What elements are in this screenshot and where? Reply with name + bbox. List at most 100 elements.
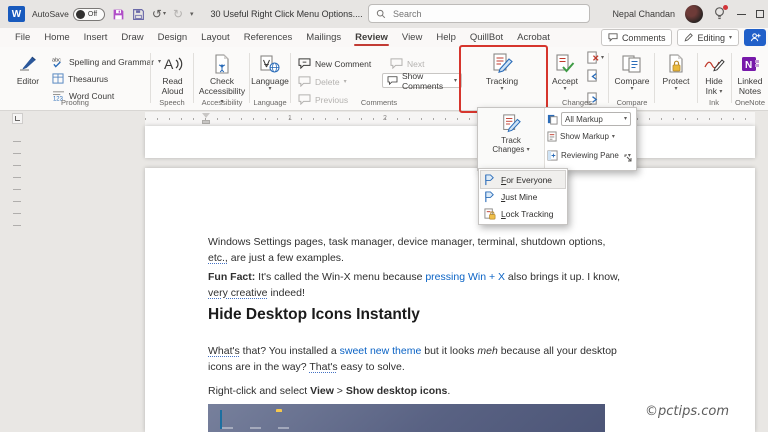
word-logo-icon: W (8, 6, 25, 22)
undo-dropdown-icon[interactable]: ▾ (163, 11, 166, 17)
lightbulb-icon[interactable] (713, 6, 727, 22)
spell-flagged-text: That's (309, 361, 337, 373)
protect-button[interactable]: Protect ▾ (656, 47, 696, 109)
next-comment-label: Next (407, 59, 424, 69)
minimize-button[interactable] (737, 14, 746, 15)
body-text: but it looks (421, 345, 477, 357)
thesaurus-button[interactable]: Thesaurus (52, 71, 161, 86)
user-name[interactable]: Nepal Chandan (612, 9, 675, 19)
body-text: that? You installed a (240, 345, 340, 357)
body-text: > (334, 385, 346, 397)
toggle-knob-icon (76, 10, 85, 19)
hide-ink-label-1: Hide (705, 76, 722, 86)
menu-item-for-everyone[interactable]: For Everyone (481, 171, 565, 188)
group-separator (731, 53, 732, 103)
show-markup-icon (547, 131, 557, 142)
tab-help[interactable]: Help (429, 28, 463, 47)
tab-references[interactable]: References (237, 28, 300, 47)
document-title[interactable]: 30 Useful Right Click Menu Options.... (211, 9, 363, 19)
group-label-proofing: Proofing (30, 98, 120, 107)
tab-design[interactable]: Design (151, 28, 195, 47)
embedded-screenshot-image (208, 404, 605, 432)
menu-item-lock-tracking[interactable]: Lock Tracking (481, 205, 565, 222)
compare-dropdown-icon: ▾ (630, 86, 633, 92)
paragraph: Right-click and select View > Show deskt… (208, 384, 450, 400)
autosave-control[interactable]: AutoSave Off (32, 8, 105, 21)
maximize-button[interactable] (756, 10, 764, 18)
search-icon (376, 9, 386, 19)
titlebar-right: Nepal Chandan (612, 0, 768, 28)
tab-draw[interactable]: Draw (114, 28, 150, 47)
tab-stop-selector[interactable] (12, 113, 23, 124)
check-accessibility-icon (213, 52, 231, 76)
spelling-icon: abc (52, 56, 65, 68)
undo-icon[interactable]: ↺ (152, 8, 162, 20)
tab-insert[interactable]: Insert (77, 28, 115, 47)
reject-button[interactable]: ▾ (586, 51, 604, 65)
group-label-ink: Ink (699, 98, 729, 107)
comments-button[interactable]: Comments (601, 29, 673, 46)
horizontal-ruler: 1 2 3 4 (0, 112, 768, 126)
qat-customize-icon[interactable]: ▾ (190, 11, 194, 18)
autosave-toggle[interactable]: Off (73, 8, 105, 21)
autosave-label: AutoSave (32, 9, 69, 19)
page-previous-bottom (145, 126, 755, 158)
previous-comment-icon (298, 94, 311, 105)
lock-tracking-label: Lock Tracking (501, 209, 553, 219)
hyperlink[interactable]: sweet new theme (340, 345, 422, 357)
tab-layout[interactable]: Layout (194, 28, 237, 47)
read-aloud-icon: A (162, 52, 184, 76)
folder-icon (276, 411, 291, 424)
menu-item-just-mine[interactable]: Just Mine (481, 188, 565, 205)
tab-file[interactable]: File (8, 28, 37, 47)
show-markup-row[interactable]: Show Markup ▾ (547, 131, 615, 142)
editing-mode-button[interactable]: Editing ▾ (677, 29, 739, 46)
svg-text:A: A (164, 56, 174, 72)
save-as-icon[interactable] (132, 8, 145, 21)
comments-button-label: Comments (622, 33, 666, 43)
show-comments-button[interactable]: Show Comments ▾ (382, 73, 462, 88)
pencil-icon (684, 33, 693, 42)
italic-text: meh (477, 345, 497, 357)
body-text: because all your desktop (498, 345, 617, 357)
hyperlink[interactable]: pressing Win + X (425, 271, 505, 283)
ruler-ticks (145, 118, 755, 120)
tracking-dropdown-panel: Track Changes ▾ All Markup ▾ Show Markup… (477, 107, 637, 171)
body-text: icons are in the way? (208, 361, 309, 373)
display-for-review-select[interactable]: All Markup ▾ (561, 112, 631, 126)
save-icon[interactable] (112, 8, 125, 21)
previous-change-button[interactable] (586, 69, 604, 88)
bold-text: View (310, 385, 334, 397)
vertical-ruler (13, 130, 21, 235)
ribbon: Editor abc Spelling and Grammar ▾ Thesau… (0, 47, 768, 111)
delete-dropdown-icon: ▾ (344, 79, 347, 85)
group-separator (193, 53, 194, 103)
next-comment-button[interactable]: Next (390, 56, 424, 71)
group-separator (249, 53, 250, 103)
thesaurus-label: Thesaurus (68, 74, 108, 84)
track-changes-button[interactable]: Track Changes ▾ (478, 108, 545, 170)
protect-icon (667, 52, 685, 76)
new-comment-button[interactable]: New Comment (298, 56, 371, 71)
word-logo-letter: W (12, 9, 21, 20)
reviewing-pane-row[interactable]: Reviewing Pane ▾ (547, 150, 631, 161)
ruler-mark-2: 2 (383, 115, 387, 122)
search-box[interactable] (368, 4, 590, 23)
tab-home[interactable]: Home (37, 28, 76, 47)
section-heading: Hide Desktop Icons Instantly (208, 306, 420, 324)
first-line-indent-marker[interactable] (202, 113, 210, 118)
search-input[interactable] (391, 8, 565, 20)
language-dropdown-icon: ▾ (268, 86, 271, 92)
dialog-launcher-icon[interactable] (624, 149, 632, 167)
bold-text: Fun Fact: (208, 271, 255, 283)
user-avatar[interactable] (685, 5, 703, 23)
share-button[interactable] (744, 29, 766, 46)
tab-review[interactable]: Review (348, 28, 395, 47)
redo-icon[interactable]: ↻ (173, 8, 183, 20)
delete-comment-button[interactable]: Delete ▾ (298, 74, 347, 89)
left-indent-marker[interactable] (202, 120, 210, 124)
tab-mailings[interactable]: Mailings (299, 28, 348, 47)
tab-view[interactable]: View (395, 28, 429, 47)
body-text: . (447, 385, 450, 397)
spelling-grammar-button[interactable]: abc Spelling and Grammar ▾ (52, 54, 161, 69)
